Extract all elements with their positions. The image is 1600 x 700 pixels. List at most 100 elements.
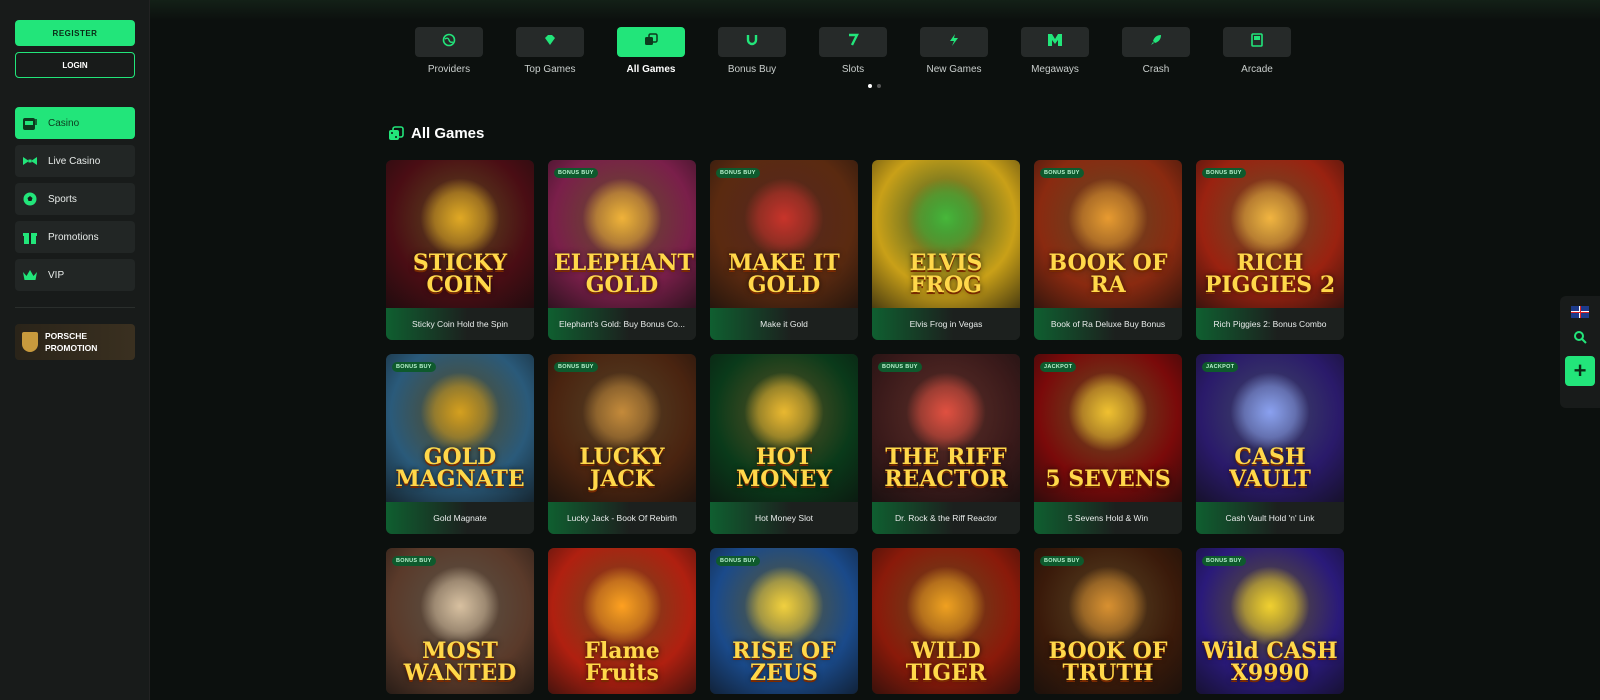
- horseshoe-icon: [745, 33, 759, 52]
- login-button[interactable]: LOGIN: [15, 52, 135, 78]
- category-all-games[interactable]: All Games: [617, 27, 718, 75]
- promo-text: PORSCHE PROMOTION: [45, 330, 97, 354]
- right-rail: +: [1560, 296, 1600, 408]
- game-card[interactable]: BOOK OF TRUTH BONUS BUY: [1034, 548, 1182, 694]
- game-title-art: WILD TIGER: [905, 638, 987, 686]
- game-badge: BONUS BUY: [1202, 168, 1246, 178]
- game-card[interactable]: MAKE IT GOLD BONUS BUY Make it Gold: [710, 160, 858, 340]
- game-card[interactable]: LUCKY JACK BONUS BUY Lucky Jack - Book Of …: [548, 354, 696, 534]
- category-megaways[interactable]: Megaways: [1021, 27, 1122, 75]
- game-card[interactable]: STICKY COIN Sticky Coin Hold the Spin: [386, 160, 534, 340]
- game-card[interactable]: GOLD MAGNATE BONUS BUY Gold Magnate: [386, 354, 534, 534]
- category-crash[interactable]: Crash: [1122, 27, 1223, 75]
- game-thumbnail[interactable]: HOT MONEY: [710, 354, 858, 502]
- game-thumbnail[interactable]: ELEPHANT'S GOLD BONUS BUY: [548, 160, 696, 308]
- promo-line1: PORSCHE: [45, 331, 88, 341]
- category-button[interactable]: [920, 27, 988, 57]
- arcade-icon: [1250, 32, 1264, 52]
- category-label: Providers: [427, 64, 471, 75]
- thumbnail-decoration: [1068, 178, 1148, 258]
- game-title-art: CASH VAULT: [1229, 444, 1311, 492]
- carousel-dot[interactable]: [877, 84, 881, 88]
- game-thumbnail[interactable]: Wild CASH X9990 BONUS BUY: [1196, 548, 1344, 694]
- game-badge: BONUS BUY: [878, 362, 922, 372]
- top-glow: [150, 0, 1600, 20]
- porsche-promotion-banner[interactable]: PORSCHE PROMOTION: [15, 324, 135, 360]
- search-icon[interactable]: [1573, 330, 1587, 344]
- game-card[interactable]: ELEPHANT'S GOLD BONUS BUY Elephant's Gold:…: [548, 160, 696, 340]
- sidebar-item-promotions[interactable]: Promotions: [15, 221, 135, 253]
- game-thumbnail[interactable]: MOST WANTED BONUS BUY: [386, 548, 534, 694]
- game-title-art: GOLD MAGNATE: [395, 444, 525, 492]
- game-card[interactable]: RISE OF ZEUS BONUS BUY: [710, 548, 858, 694]
- game-card[interactable]: HOT MONEY Hot Money Slot: [710, 354, 858, 534]
- category-arcade[interactable]: Arcade: [1223, 27, 1324, 75]
- game-card[interactable]: Wild CASH X9990 BONUS BUY: [1196, 548, 1344, 694]
- game-card[interactable]: WILD TIGER: [872, 548, 1020, 694]
- game-thumbnail[interactable]: Flame Fruits: [548, 548, 696, 694]
- game-thumbnail[interactable]: STICKY COIN: [386, 160, 534, 308]
- category-button[interactable]: [819, 27, 887, 57]
- game-thumbnail[interactable]: MAKE IT GOLD BONUS BUY: [710, 160, 858, 308]
- category-providers[interactable]: Providers: [415, 27, 516, 75]
- game-thumbnail[interactable]: GOLD MAGNATE BONUS BUY: [386, 354, 534, 502]
- thumbnail-decoration: [582, 178, 662, 258]
- thumbnail-decoration: [744, 372, 824, 452]
- game-card[interactable]: BOOK OF RA BONUS BUY Book of Ra Deluxe Buy…: [1034, 160, 1182, 340]
- uk-flag-icon[interactable]: [1571, 306, 1589, 318]
- sidebar-item-label: Promotions: [48, 231, 99, 243]
- category-button[interactable]: [415, 27, 483, 57]
- game-card[interactable]: Flame Fruits: [548, 548, 696, 694]
- game-name: Gold Magnate: [386, 502, 534, 534]
- game-badge: BONUS BUY: [1040, 556, 1084, 566]
- game-thumbnail[interactable]: ELVIS FROG: [872, 160, 1020, 308]
- category-button[interactable]: [617, 27, 685, 57]
- sidebar-item-casino[interactable]: Casino: [15, 107, 135, 139]
- section-title: All Games: [411, 125, 485, 142]
- dice-icon: [389, 125, 404, 140]
- game-card[interactable]: ELVIS FROG Elvis Frog in Vegas: [872, 160, 1020, 340]
- game-card[interactable]: CASH VAULT JACKPOT Cash Vault Hold 'n' Lin…: [1196, 354, 1344, 534]
- game-thumbnail[interactable]: CASH VAULT JACKPOT: [1196, 354, 1344, 502]
- game-card[interactable]: MOST WANTED BONUS BUY: [386, 548, 534, 694]
- category-top-games[interactable]: Top Games: [516, 27, 617, 75]
- game-badge: BONUS BUY: [554, 168, 598, 178]
- game-thumbnail[interactable]: BOOK OF TRUTH BONUS BUY: [1034, 548, 1182, 694]
- category-button[interactable]: [1021, 27, 1089, 57]
- sidebar-divider: [15, 307, 135, 308]
- game-card[interactable]: 5 SEVENS JACKPOT 5 Sevens Hold & Win: [1034, 354, 1182, 534]
- game-name: 5 Sevens Hold & Win: [1034, 502, 1182, 534]
- category-button[interactable]: [516, 27, 584, 57]
- game-thumbnail[interactable]: BOOK OF RA BONUS BUY: [1034, 160, 1182, 308]
- category-button[interactable]: [718, 27, 786, 57]
- sidebar-item-vip[interactable]: VIP: [15, 259, 135, 291]
- category-button[interactable]: [1122, 27, 1190, 57]
- slot-machine-icon: [22, 115, 38, 131]
- category-bonus-buy[interactable]: Bonus Buy: [718, 27, 819, 75]
- carousel-dot-active[interactable]: [868, 84, 872, 88]
- game-card[interactable]: RICH PIGGIES 2 BONUS BUY Rich Piggies 2: B…: [1196, 160, 1344, 340]
- thumbnail-decoration: [1230, 372, 1310, 452]
- game-name: Elephant's Gold: Buy Bonus Co...: [548, 308, 696, 340]
- register-button[interactable]: REGISTER: [15, 20, 135, 46]
- game-card[interactable]: THE RIFF REACTOR BONUS BUY Dr. Rock & the …: [872, 354, 1020, 534]
- game-name: Hot Money Slot: [710, 502, 858, 534]
- game-thumbnail[interactable]: WILD TIGER: [872, 548, 1020, 694]
- category-slots[interactable]: Slots: [819, 27, 920, 75]
- sidebar-item-sports[interactable]: Sports: [15, 183, 135, 215]
- thumbnail-decoration: [582, 566, 662, 646]
- game-thumbnail[interactable]: LUCKY JACK BONUS BUY: [548, 354, 696, 502]
- category-button[interactable]: [1223, 27, 1291, 57]
- thumbnail-decoration: [420, 178, 500, 258]
- game-thumbnail[interactable]: RISE OF ZEUS BONUS BUY: [710, 548, 858, 694]
- sidebar-item-live-casino[interactable]: Live Casino: [15, 145, 135, 177]
- game-badge: BONUS BUY: [392, 362, 436, 372]
- game-thumbnail[interactable]: THE RIFF REACTOR BONUS BUY: [872, 354, 1020, 502]
- category-new-games[interactable]: New Games: [920, 27, 1021, 75]
- plus-icon[interactable]: +: [1565, 356, 1595, 386]
- game-thumbnail[interactable]: 5 SEVENS JACKPOT: [1034, 354, 1182, 502]
- category-label: Slots: [841, 64, 865, 75]
- game-badge: JACKPOT: [1040, 362, 1077, 372]
- game-thumbnail[interactable]: RICH PIGGIES 2 BONUS BUY: [1196, 160, 1344, 308]
- game-title-art: MAKE IT GOLD: [728, 250, 840, 298]
